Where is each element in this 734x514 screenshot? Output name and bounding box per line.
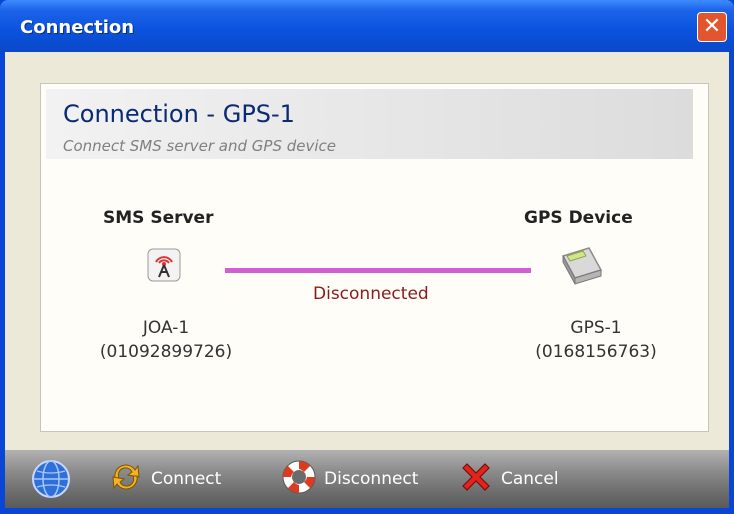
disconnect-button[interactable]: Disconnect <box>280 450 418 508</box>
dialog-body: Connection - GPS-1 Connect SMS server an… <box>5 52 729 448</box>
connect-icon <box>107 458 145 501</box>
gps-device-info: GPS-1 (0168156763) <box>521 316 671 364</box>
action-toolbar: Connect Disconnect Cancel <box>5 450 729 508</box>
page-title: Connection - GPS-1 <box>63 100 295 128</box>
connect-label: Connect <box>151 469 222 489</box>
gps-device-title: GPS Device <box>524 208 633 228</box>
cancel-x-icon <box>457 458 495 501</box>
connection-line <box>225 268 531 273</box>
connect-button[interactable]: Connect <box>107 450 221 508</box>
header-band: Connection - GPS-1 Connect SMS server an… <box>46 89 693 159</box>
sms-server-number: (01092899726) <box>99 342 233 362</box>
window-title: Connection <box>20 17 135 38</box>
cancel-button[interactable]: Cancel <box>457 450 559 508</box>
close-icon: ✕ <box>702 14 722 39</box>
connection-status: Disconnected <box>313 284 429 304</box>
sms-server-info: JOA-1 (01092899726) <box>91 316 241 364</box>
sms-server-title: SMS Server <box>103 208 214 228</box>
connection-panel: Connection - GPS-1 Connect SMS server an… <box>40 83 709 432</box>
globe-icon <box>31 459 71 499</box>
cancel-label: Cancel <box>501 469 559 489</box>
close-button[interactable]: ✕ <box>697 12 727 42</box>
connection-window: Connection ✕ Connection - GPS-1 Connect … <box>0 0 734 514</box>
page-subtitle: Connect SMS server and GPS device <box>63 137 337 155</box>
gps-device-number: (0168156763) <box>535 342 657 362</box>
gps-device-icon <box>557 244 605 288</box>
antenna-icon <box>147 248 181 282</box>
disconnect-label: Disconnect <box>324 469 419 489</box>
lifebuoy-icon <box>280 458 318 501</box>
sms-server-name: JOA-1 <box>142 318 190 338</box>
gps-device-name: GPS-1 <box>570 318 622 338</box>
title-bar[interactable]: Connection ✕ <box>0 0 734 52</box>
